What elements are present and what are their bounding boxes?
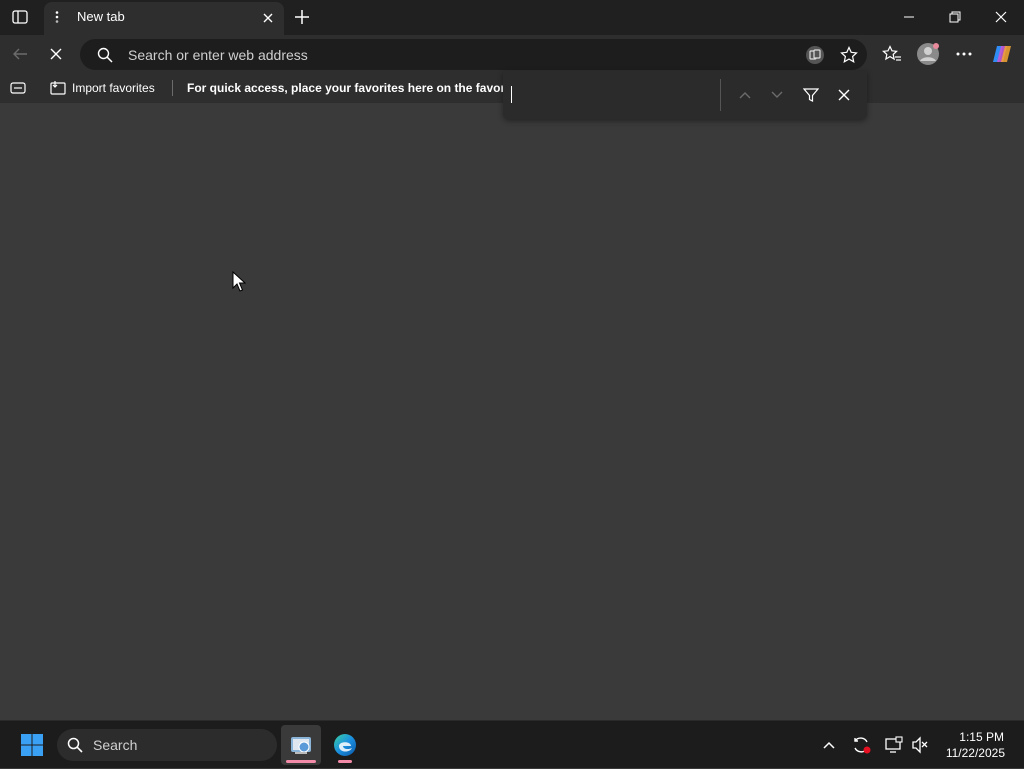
find-close-button[interactable] (832, 83, 856, 107)
profile-avatar-icon (917, 43, 939, 65)
title-bar: New tab (0, 0, 1024, 35)
copilot-icon (993, 46, 1011, 62)
filter-icon (803, 88, 819, 102)
chevron-up-icon (739, 92, 751, 99)
tab-close-icon[interactable] (260, 10, 276, 26)
tab-new-tab[interactable]: New tab (44, 2, 284, 35)
favorites-button[interactable] (878, 41, 906, 67)
loading-spinner-icon (55, 11, 59, 23)
import-favorites-label: Import favorites (72, 81, 155, 95)
edge-browser-icon (334, 734, 356, 756)
sidebar-toggle-icon[interactable] (8, 6, 32, 28)
favorites-bar-divider (172, 80, 173, 96)
plus-icon (295, 10, 309, 24)
app-available-button[interactable] (802, 43, 828, 67)
close-icon (838, 89, 850, 101)
copilot-button[interactable] (988, 40, 1016, 68)
tray-display-icon[interactable] (882, 733, 906, 757)
restore-icon (949, 11, 961, 23)
stop-loading-button[interactable] (42, 41, 70, 67)
back-arrow-icon (13, 48, 27, 60)
tab-title: New tab (77, 9, 125, 24)
close-icon (995, 11, 1007, 23)
navigation-toolbar: Search or enter web address (0, 35, 1024, 73)
taskbar-app-edge[interactable] (325, 725, 365, 765)
windows-logo-icon (21, 734, 43, 756)
taskbar-search[interactable]: Search (57, 729, 277, 761)
profile-button[interactable] (914, 40, 942, 68)
close-window-button[interactable] (978, 0, 1024, 34)
stop-x-icon (50, 48, 62, 60)
text-caret (511, 86, 512, 103)
find-input[interactable] (509, 79, 715, 109)
back-button[interactable] (6, 41, 34, 67)
minimize-button[interactable] (886, 0, 932, 34)
import-favorites-button[interactable]: Import favorites (48, 77, 163, 99)
favorites-star-list-icon (882, 45, 901, 61)
favorites-bar-menu-icon[interactable] (8, 79, 28, 97)
taskbar-search-label: Search (93, 737, 138, 753)
search-icon (67, 737, 83, 753)
start-button[interactable] (14, 729, 50, 761)
system-clock[interactable]: 1:15 PM 11/22/2025 (936, 721, 1024, 769)
page-content (0, 103, 1024, 720)
new-tab-button[interactable] (290, 5, 314, 29)
search-icon (97, 47, 113, 63)
chevron-down-icon (771, 91, 783, 98)
clock-time: 1:15 PM (959, 730, 1004, 744)
chevron-up-icon (823, 741, 835, 749)
find-previous-button[interactable] (733, 83, 757, 107)
favorites-hint-text: For quick access, place your favorites h… (187, 81, 526, 95)
add-favorite-button[interactable] (836, 43, 862, 67)
address-bar[interactable]: Search or enter web address (80, 39, 867, 70)
restore-button[interactable] (932, 0, 978, 34)
clock-date: 11/22/2025 (945, 746, 1005, 760)
open-indicator (338, 760, 352, 763)
tray-volume-muted-icon[interactable] (908, 733, 932, 757)
taskbar-app-control-panel[interactable] (281, 725, 321, 765)
find-on-page-bar (503, 71, 867, 119)
taskbar: Search 1:15 PM 11/22/2025 (0, 720, 1024, 768)
settings-more-button[interactable] (950, 41, 978, 67)
app-available-icon (806, 46, 824, 64)
mouse-cursor-icon (232, 271, 246, 292)
find-bar-divider (720, 79, 721, 111)
active-indicator (286, 760, 316, 763)
minimize-icon (904, 16, 914, 18)
control-panel-icon (291, 737, 311, 754)
import-icon (50, 81, 66, 95)
more-dots-icon (956, 52, 972, 56)
address-placeholder: Search or enter web address (128, 47, 308, 63)
tray-sync-icon[interactable] (849, 733, 873, 757)
find-next-button[interactable] (765, 83, 789, 107)
star-icon (840, 46, 858, 63)
show-hidden-icons-button[interactable] (818, 733, 840, 757)
find-options-button[interactable] (799, 83, 823, 107)
